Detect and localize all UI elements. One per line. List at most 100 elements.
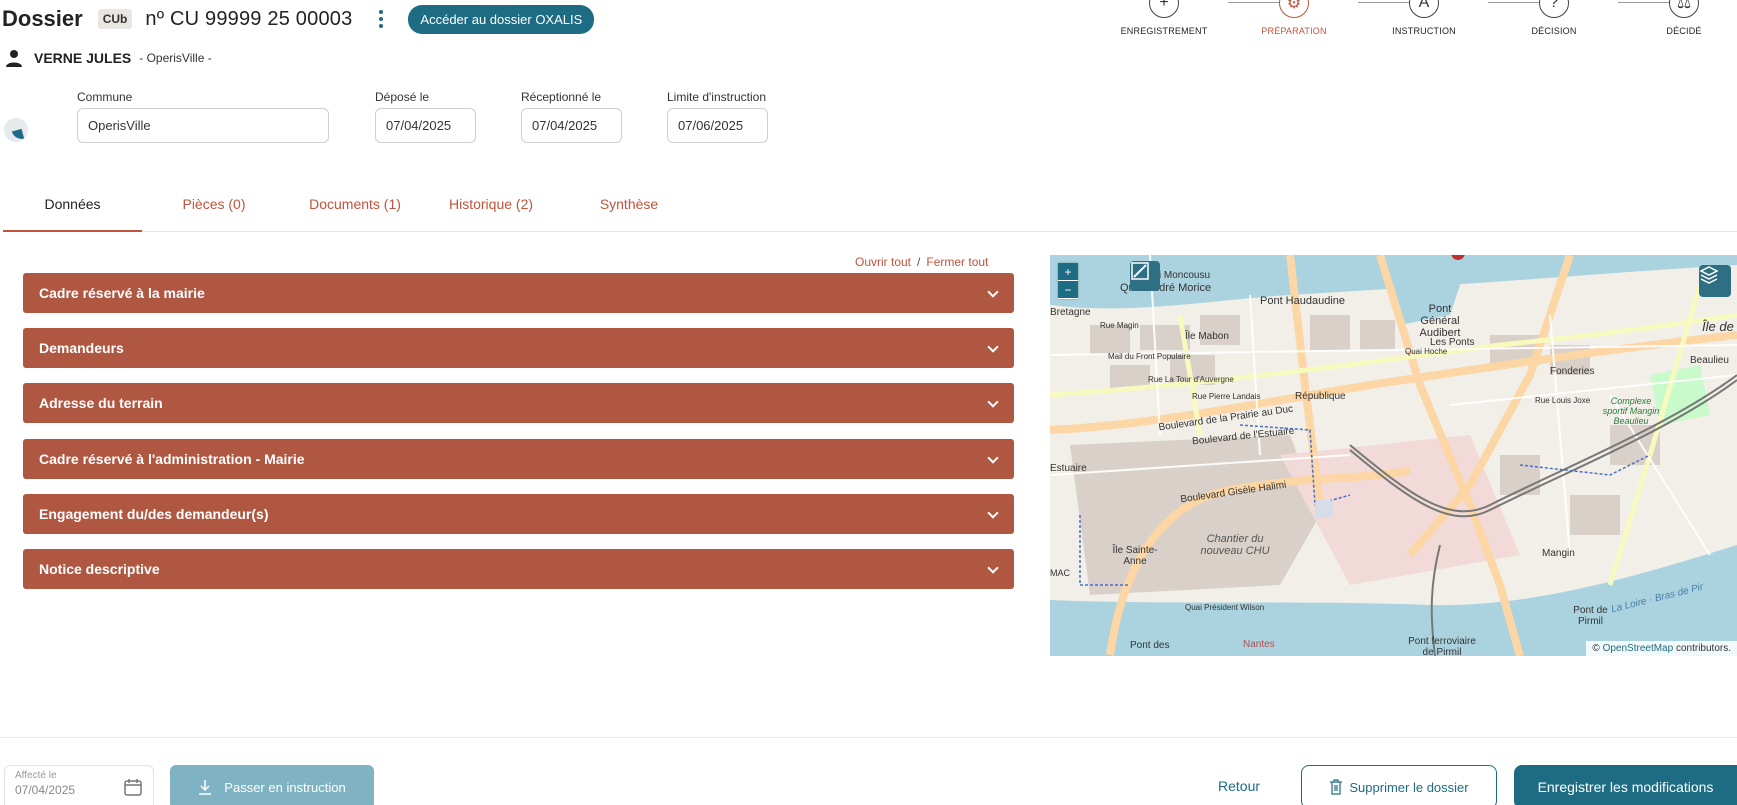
retour-link[interactable]: Retour: [1218, 778, 1260, 794]
map-label: Complexe sportif Mangin Beaulieu: [1602, 396, 1660, 426]
limite-input[interactable]: 07/06/2025: [667, 108, 768, 143]
map-label: MAC: [1050, 568, 1070, 578]
applicant-city: - OperisVille -: [139, 51, 212, 65]
passer-instruction-label: Passer en instruction: [224, 779, 346, 795]
section-title: Adresse du terrain: [39, 395, 163, 411]
save-button[interactable]: Enregistrer les modifications: [1514, 765, 1737, 805]
tab-synthese[interactable]: Synthèse: [558, 184, 700, 232]
section-title: Demandeurs: [39, 340, 124, 356]
attribution-prefix: ©: [1592, 643, 1600, 654]
zoom-controls: + −: [1058, 263, 1078, 299]
map-label: Mail du Front Populaire: [1108, 352, 1191, 361]
map-label: Estuaire: [1050, 463, 1087, 474]
dossier-type-badge: CUb: [97, 9, 133, 29]
map-label: Bretagne: [1050, 307, 1091, 318]
letter-a-icon: A: [1409, 0, 1439, 18]
applicant-name: VERNE JULES: [34, 50, 132, 66]
plus-icon: +: [1149, 0, 1179, 18]
calendar-icon[interactable]: [123, 777, 143, 797]
map-label: Mangin: [1542, 548, 1575, 559]
map-label: République: [1295, 391, 1346, 402]
tab-bar: Données Pièces (0) Documents (1) Histori…: [3, 184, 1737, 232]
map-label: Quai Hoche: [1405, 347, 1448, 356]
receptionne-input[interactable]: 07/04/2025: [521, 108, 622, 143]
zoom-in-button[interactable]: +: [1058, 263, 1078, 281]
gavel-icon: ⚖: [1669, 0, 1699, 18]
gear-icon: ⚙: [1279, 0, 1309, 18]
map-view[interactable]: Quai Moncousu Quai André Morice Pont Hau…: [1050, 255, 1737, 656]
chevron-down-icon: [988, 343, 998, 353]
map-label: Quai Président Wilson: [1185, 603, 1265, 612]
openstreetmap-link[interactable]: OpenStreetMap: [1603, 643, 1674, 654]
step-decide[interactable]: ⚖ DÉCIDÉ: [1624, 0, 1737, 36]
draw-tool-icon[interactable]: [1130, 261, 1160, 291]
workflow-stepper: + ENREGISTREMENT ⚙ PRÉPARATION A INSTRUC…: [1090, 0, 1737, 44]
zoom-out-button[interactable]: −: [1058, 281, 1078, 299]
receptionne-field: Réceptionné le 07/04/2025: [521, 90, 622, 143]
map-label: Nantes: [1243, 639, 1275, 650]
supprimer-dossier-button[interactable]: Supprimer le dossier: [1301, 765, 1497, 805]
section-demandeurs[interactable]: Demandeurs: [23, 328, 1014, 368]
close-all-link[interactable]: Fermer tout: [926, 255, 988, 269]
chevron-down-icon: [988, 454, 998, 464]
oxalis-button[interactable]: Accéder au dossier OXALIS: [408, 4, 595, 34]
chevron-down-icon: [988, 509, 998, 519]
section-cadre-mairie[interactable]: Cadre réservé à la mairie: [23, 273, 1014, 313]
supprimer-dossier-label: Supprimer le dossier: [1349, 779, 1469, 795]
open-close-controls: Ouvrir tout / Fermer tout: [855, 255, 988, 269]
step-enregistrement[interactable]: + ENREGISTREMENT: [1104, 0, 1224, 36]
depose-input[interactable]: 07/04/2025: [375, 108, 476, 143]
tab-documents[interactable]: Documents (1): [286, 184, 424, 232]
affecte-date-field[interactable]: Affecté le 07/04/2025: [4, 765, 154, 805]
map-label: Fonderies: [1550, 366, 1595, 377]
map-label: Rue La Tour d'Auvergne: [1148, 375, 1234, 384]
section-title: Cadre réservé à l'administration - Mairi…: [39, 451, 305, 467]
step-label: ENREGISTREMENT: [1120, 26, 1208, 36]
tab-historique[interactable]: Historique (2): [424, 184, 558, 232]
map-label: Île Mabon: [1185, 331, 1229, 342]
section-engagement[interactable]: Engagement du/des demandeur(s): [23, 494, 1014, 534]
chevron-down-icon: [988, 398, 998, 408]
step-label: INSTRUCTION: [1392, 26, 1456, 36]
open-all-link[interactable]: Ouvrir tout: [855, 255, 911, 269]
person-icon: [6, 50, 22, 67]
step-instruction[interactable]: A INSTRUCTION: [1364, 0, 1484, 36]
commune-label: Commune: [77, 90, 133, 104]
map-tiles: [1050, 255, 1737, 656]
dossier-number: nº CU 99999 25 00003: [145, 7, 353, 30]
footer-bar: Affecté le 07/04/2025 Passer en instruct…: [0, 737, 1737, 805]
step-label: PRÉPARATION: [1261, 26, 1327, 36]
section-notice[interactable]: Notice descriptive: [23, 549, 1014, 589]
trash-icon: [1330, 779, 1343, 795]
applicant-row: VERNE JULES - OperisVille -: [4, 48, 212, 68]
section-title: Cadre réservé à la mairie: [39, 285, 205, 301]
section-title: Engagement du/des demandeur(s): [39, 506, 269, 522]
map-label: Chantier du nouveau CHU: [1200, 533, 1270, 557]
receptionne-label: Réceptionné le: [521, 90, 602, 104]
download-icon: [199, 780, 212, 795]
limite-field: Limite d'instruction 07/06/2025: [667, 90, 768, 143]
tab-pieces[interactable]: Pièces (0): [142, 184, 286, 232]
depose-label: Déposé le: [375, 90, 430, 104]
map-label: Pont des: [1130, 640, 1170, 651]
chevron-down-icon: [988, 288, 998, 298]
commune-input[interactable]: OperisVille: [77, 108, 329, 143]
section-adresse-terrain[interactable]: Adresse du terrain: [23, 383, 1014, 423]
tab-donnees[interactable]: Données: [3, 184, 142, 232]
question-icon: ?: [1539, 0, 1569, 18]
step-label: DÉCISION: [1531, 26, 1577, 36]
passer-instruction-button[interactable]: Passer en instruction: [170, 765, 374, 805]
step-decision[interactable]: ? DÉCISION: [1494, 0, 1614, 36]
separator: /: [917, 255, 921, 269]
layers-icon[interactable]: [1699, 265, 1731, 297]
step-label: DÉCIDÉ: [1666, 26, 1702, 36]
map-label: Pont ferroviaire de Pirmil: [1408, 636, 1476, 656]
map-attribution: © OpenStreetMap contributors.: [1586, 641, 1737, 656]
map-label: Rue Magin: [1100, 321, 1139, 330]
limite-label: Limite d'instruction: [667, 90, 766, 104]
section-title: Notice descriptive: [39, 561, 160, 577]
section-cadre-administration[interactable]: Cadre réservé à l'administration - Mairi…: [23, 439, 1014, 479]
step-preparation[interactable]: ⚙ PRÉPARATION: [1234, 0, 1354, 36]
header: Dossier CUb nº CU 99999 25 00003 Accéder…: [0, 0, 595, 38]
more-options-icon[interactable]: [374, 8, 388, 30]
